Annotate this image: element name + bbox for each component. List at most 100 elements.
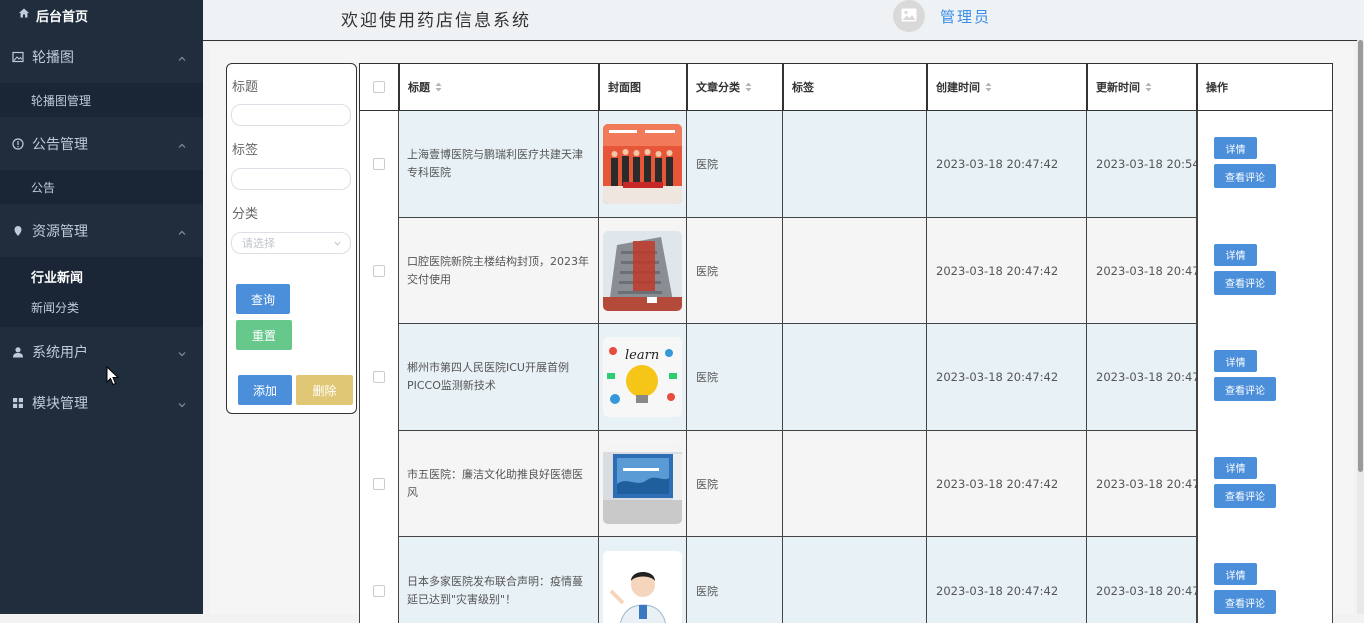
actions-cell: 详情 查看评论 [1197,537,1333,623]
created-cell: 2023-03-18 20:47:42 [927,430,1087,538]
cover-image[interactable]: learn [603,337,682,418]
sidebar-item-industry-news[interactable]: 行业新闻 [0,257,203,295]
view-comments-button[interactable]: 查看评论 [1214,164,1276,188]
detail-button[interactable]: 详情 [1214,563,1257,586]
title-filter-input[interactable] [231,104,351,126]
row-checkbox[interactable] [373,584,385,597]
tag-filter-label: 标签 [232,143,259,158]
cover-cell [599,111,687,218]
row-updated: 2023-03-18 20:47 [1096,370,1197,385]
column-header-title[interactable]: 标题 [399,63,599,111]
view-comments-button[interactable]: 查看评论 [1214,590,1276,615]
sidebar-group-label: 资源管理 [32,223,88,240]
image-placeholder-icon [901,8,917,25]
sidebar-group-carousel[interactable]: 轮播图 [0,30,203,83]
sidebar-group-modules[interactable]: 模块管理 [0,377,203,429]
sort-icon[interactable] [1145,82,1152,92]
image-icon [12,51,24,63]
detail-button[interactable]: 详情 [1214,137,1257,159]
tags-cell [783,430,927,538]
detail-button[interactable]: 详情 [1214,456,1257,479]
detail-button[interactable]: 详情 [1214,350,1257,373]
category-cell: 医院 [687,430,783,538]
cover-image[interactable] [603,230,682,311]
cover-image[interactable] [603,550,682,623]
created-cell: 2023-03-18 20:47:42 [927,537,1087,623]
row-title: 口腔医院新院主楼结构封顶，2023年交付使用 [407,254,589,286]
admin-username[interactable]: 管理员 [940,6,991,27]
column-header-actions: 操作 [1197,63,1333,111]
select-all-checkbox[interactable] [373,81,385,93]
title-cell[interactable]: 郴州市第四人民医院ICU开展首例PICCO监测新技术 [399,324,599,431]
sidebar-home[interactable]: 后台首页 [0,0,203,30]
title-cell[interactable]: 上海壹博医院与鹏瑞利医疗共建天津专科医院 [399,111,599,218]
title-cell[interactable]: 日本多家医院发布联合声明：疫情蔓延已达到"灾害级别"！ [399,537,599,623]
actions-cell: 详情 查看评论 [1197,217,1333,325]
search-button[interactable]: 查询 [236,284,290,314]
updated-cell: 2023-03-18 20:47 [1087,430,1197,538]
title-cell[interactable]: 市五医院：廉洁文化助推良好医德医风 [399,430,599,538]
sidebar-group-label: 公告管理 [32,136,88,153]
tag-filter-input[interactable] [231,168,351,190]
sidebar-group-label: 模块管理 [32,396,88,412]
sort-icon[interactable] [435,82,442,92]
page-scrollbar[interactable] [1357,40,1364,614]
view-comments-button[interactable]: 查看评论 [1214,483,1276,508]
category-select[interactable]: 请选择 [231,232,351,254]
category-filter-label: 分类 [232,207,259,222]
sidebar-item-carousel-manage[interactable]: 轮播图管理 [0,83,203,117]
sort-icon[interactable] [745,82,752,92]
filter-panel: 标题 标签 分类 请选择 查询 重置 添加 删除 [226,63,357,414]
row-updated: 2023-03-18 20:47 [1096,477,1197,492]
row-select-cell [359,430,399,538]
row-category: 医院 [696,478,718,492]
updated-cell: 2023-03-18 20:47 [1087,217,1197,325]
row-checkbox[interactable] [373,158,385,171]
view-comments-button[interactable]: 查看评论 [1214,270,1276,295]
row-created: 2023-03-18 20:47:42 [936,583,1059,598]
column-header-created[interactable]: 创建时间 [927,63,1087,111]
category-cell: 医院 [687,217,783,325]
created-cell: 2023-03-18 20:47:42 [927,217,1087,325]
sidebar-item-notice[interactable]: 公告 [0,170,203,204]
sidebar-group-notice[interactable]: 公告管理 [0,117,203,170]
row-select-cell [359,324,399,431]
row-checkbox[interactable] [373,264,385,277]
cover-cell [599,217,687,325]
column-header-updated[interactable]: 更新时间 [1087,63,1197,111]
cover-image[interactable] [603,444,682,525]
row-title: 市五医院：廉洁文化助推良好医德医风 [407,468,583,500]
avatar[interactable] [893,0,925,32]
top-header: 欢迎使用药店信息系统 管理员 [203,0,1364,41]
column-cover-label: 封面图 [608,81,641,94]
actions-cell: 详情 查看评论 [1197,324,1333,431]
row-checkbox[interactable] [373,371,385,384]
row-title: 郴州市第四人民医院ICU开展首例PICCO监测新技术 [407,361,569,393]
tags-cell [783,324,927,431]
reset-button[interactable]: 重置 [236,320,292,350]
category-select-placeholder: 请选择 [242,237,275,250]
scrollbar-thumb[interactable] [1358,40,1363,472]
add-button[interactable]: 添加 [238,375,292,405]
cover-image[interactable] [603,124,682,205]
info-circle-icon [12,137,24,150]
detail-button[interactable]: 详情 [1214,243,1257,266]
row-checkbox[interactable] [373,478,385,491]
sort-icon[interactable] [985,82,992,92]
view-comments-button[interactable]: 查看评论 [1214,377,1276,402]
sidebar-group-system-users[interactable]: 系统用户 [0,327,203,377]
chevron-up-icon [177,139,187,149]
sidebar-item-news-category[interactable]: 新闻分类 [0,295,203,327]
chevron-down-icon [333,238,342,251]
column-header-tags: 标签 [783,63,927,111]
column-tags-label: 标签 [792,81,814,94]
cover-cell: learn [599,324,687,431]
sidebar-group-resources[interactable]: 资源管理 [0,204,203,257]
delete-button[interactable]: 删除 [296,375,353,405]
column-header-category[interactable]: 文章分类 [687,63,783,111]
sidebar-home-label: 后台首页 [36,9,89,25]
updated-cell: 2023-03-18 20:47 [1087,324,1197,431]
category-cell: 医院 [687,111,783,218]
sidebar: 后台首页 轮播图 轮播图管理 公告管理 公告 资源管理 行业新闻 新闻分类 系统… [0,0,203,614]
title-cell[interactable]: 口腔医院新院主楼结构封顶，2023年交付使用 [399,217,599,325]
